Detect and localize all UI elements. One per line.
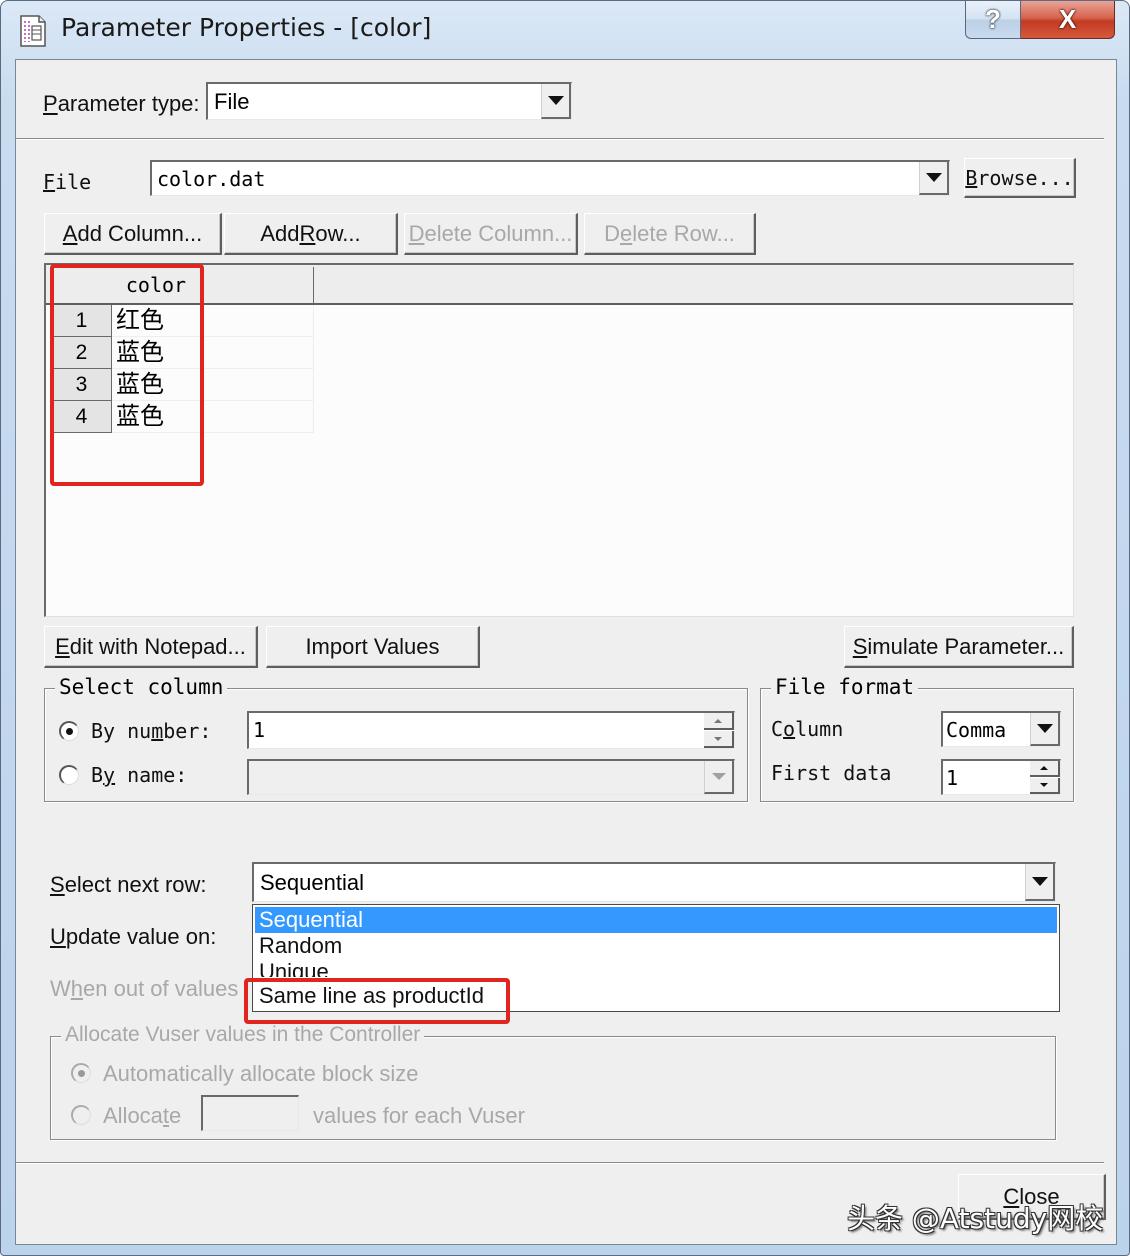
file-dropdown-button[interactable] (919, 162, 949, 195)
column-number-value: 1 (253, 718, 266, 742)
window-title: Parameter Properties - [color] (61, 13, 432, 42)
select-column-title: Select column (55, 675, 228, 699)
spin-up-button[interactable] (1030, 761, 1060, 777)
file-path-select[interactable]: color.dat (150, 160, 950, 196)
add-row-button[interactable]: Add Row... (224, 213, 398, 255)
chevron-down-icon (547, 96, 564, 105)
select-next-row-select[interactable]: Sequential (252, 862, 1056, 902)
arrow-down-icon (714, 736, 722, 741)
spin-down-button[interactable] (704, 731, 734, 748)
window-close-button[interactable]: X (1021, 1, 1115, 39)
allocate-group-title: Allocate Vuser values in the Controller (61, 1023, 425, 1047)
spin-down-button[interactable] (1030, 778, 1060, 794)
column-delimiter-value: Comma (946, 718, 1007, 742)
auto-allocate-label[interactable]: Automatically allocate block size (103, 1061, 418, 1087)
divider (16, 1162, 1104, 1164)
select-next-row-value: Sequential (260, 870, 364, 895)
allocate-vuser-group: Allocate Vuser values in the Controller … (50, 1023, 1056, 1140)
parameter-type-dropdown-button[interactable] (541, 84, 571, 119)
file-path-value: color.dat (157, 167, 266, 191)
file-label: File (43, 170, 92, 194)
table-cell-empty[interactable] (198, 369, 314, 401)
block-size-input[interactable] (201, 1095, 299, 1131)
option-sequential[interactable]: Sequential (255, 907, 1057, 933)
chevron-down-icon (1036, 724, 1053, 733)
select-next-row-label: Select next row: (50, 872, 207, 897)
by-number-radio[interactable] (59, 721, 79, 741)
auto-allocate-radio[interactable] (71, 1063, 91, 1083)
column-header-empty (200, 267, 314, 303)
values-per-vuser-label: values for each Vuser (313, 1103, 525, 1128)
arrow-up-icon (714, 718, 722, 723)
column-name-select[interactable] (247, 759, 735, 795)
spin-up-button[interactable] (704, 713, 734, 730)
close-icon: X (1058, 4, 1077, 34)
file-format-title: File format (771, 675, 919, 699)
watermark: 头条 @Atstudy网校 (847, 1202, 1104, 1235)
manual-allocate-label[interactable]: Allocate (103, 1103, 181, 1129)
option-random[interactable]: Random (255, 933, 1057, 959)
add-column-button[interactable]: Add Column... (44, 213, 222, 255)
parameter-type-value: File (214, 89, 250, 114)
column-delimiter-dropdown-button[interactable] (1030, 713, 1060, 746)
arrow-up-icon (1040, 766, 1048, 770)
select-column-group: Select column By number: 1 By name: (44, 675, 748, 802)
by-name-label[interactable]: By name: (91, 763, 187, 787)
column-delimiter-select[interactable]: Comma (941, 711, 1061, 747)
help-icon: ? (985, 4, 1001, 34)
browse-button[interactable]: Browse... (964, 158, 1076, 198)
delete-column-button[interactable]: Delete Column... (404, 213, 578, 255)
first-data-input[interactable]: 1 (941, 759, 1061, 795)
parameter-properties-window: Parameter Properties - [color] ? X Param… (0, 0, 1130, 1256)
first-data-label: First data (771, 761, 892, 785)
table-cell-empty[interactable] (198, 337, 314, 369)
delete-row-button[interactable]: De lete Row... (584, 213, 756, 255)
simulate-parameter-button[interactable]: Simulate Parameter... (844, 626, 1074, 668)
by-name-radio[interactable] (59, 765, 79, 785)
chevron-down-icon (1031, 877, 1048, 886)
dialog-body: Parameter type: File File color.dat Brow… (15, 59, 1117, 1245)
annotation-highlight-option (244, 978, 510, 1024)
import-values-button[interactable]: Import Values (266, 626, 480, 668)
when-out-of-values-label: When out of values (50, 976, 239, 1001)
table-cell-empty[interactable] (198, 401, 314, 433)
column-name-dropdown-button[interactable] (704, 761, 734, 794)
document-properties-icon (20, 15, 46, 47)
title-bar[interactable]: Parameter Properties - [color] ? X (1, 1, 1129, 59)
by-number-label[interactable]: By number: (91, 719, 211, 743)
column-number-input[interactable]: 1 (247, 711, 735, 749)
divider (16, 138, 1104, 140)
annotation-highlight-column (50, 264, 204, 486)
help-button[interactable]: ? (965, 1, 1021, 39)
arrow-down-icon (1040, 783, 1048, 787)
parameter-type-label: Parameter type: (43, 91, 200, 116)
chevron-down-icon (711, 773, 726, 780)
select-next-row-dropdown-button[interactable] (1025, 864, 1055, 901)
edit-with-notepad-button[interactable]: Edit with Notepad... (44, 626, 258, 668)
parameter-type-select[interactable]: File (206, 82, 572, 120)
table-cell-empty[interactable] (198, 305, 314, 337)
update-value-on-label: Update value on: (50, 924, 217, 949)
option-unique[interactable]: Unique (255, 959, 1057, 977)
first-data-value: 1 (946, 766, 959, 790)
file-format-group: File format Column Comma First data 1 (760, 675, 1074, 802)
manual-allocate-radio[interactable] (71, 1105, 91, 1125)
column-delimiter-label: Column (771, 717, 844, 741)
chevron-down-icon (925, 173, 942, 182)
